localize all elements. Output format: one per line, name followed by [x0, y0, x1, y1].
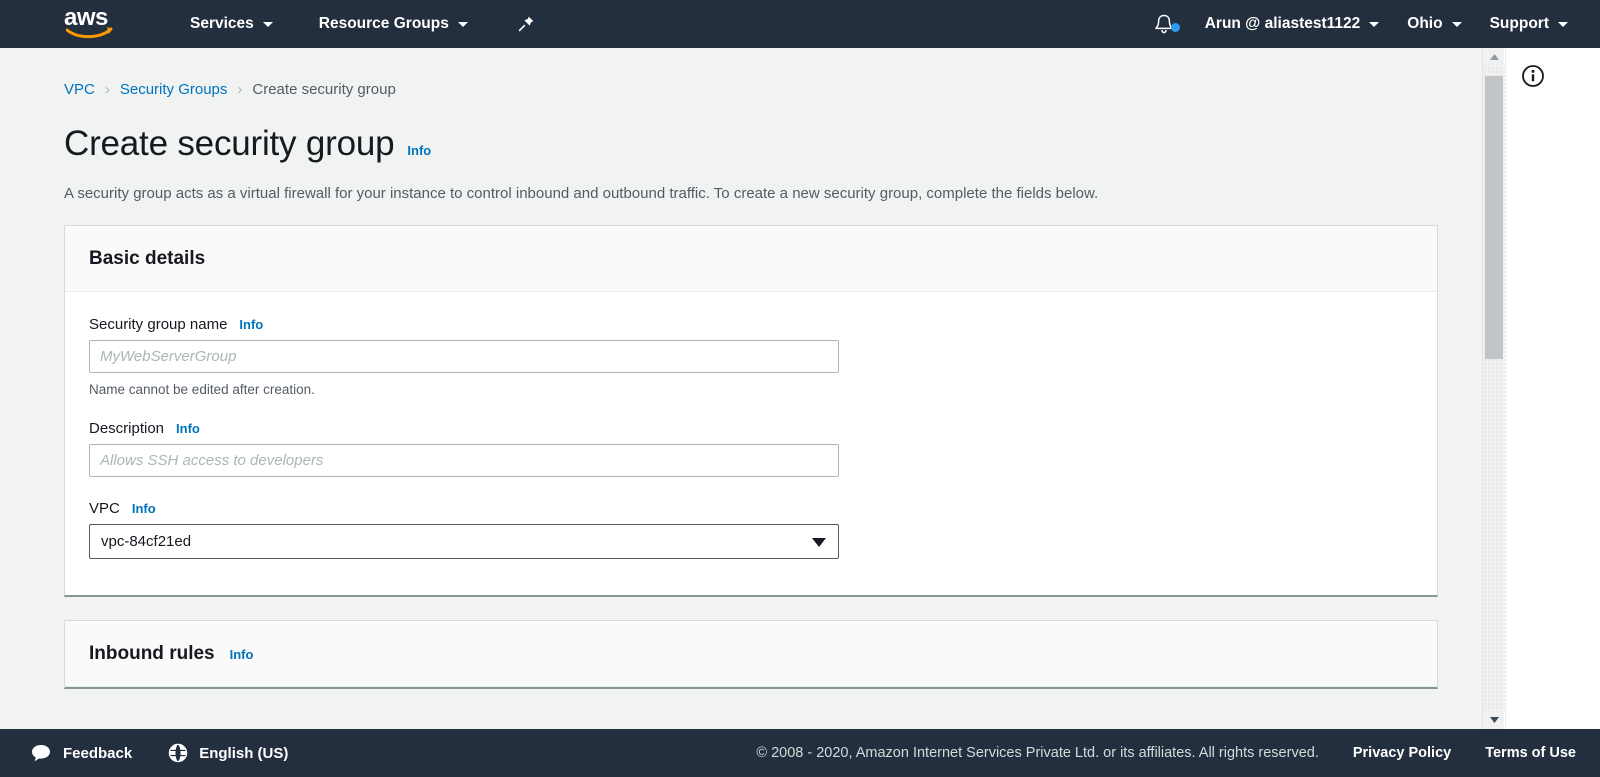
right-side-panel [1505, 48, 1600, 729]
support-menu[interactable]: Support [1476, 0, 1582, 48]
description-label-row: Description Info [89, 420, 1413, 437]
vpc-label: VPC [89, 500, 120, 517]
info-circle-icon-glyph [1521, 64, 1545, 88]
feedback-icon [30, 742, 52, 764]
nav-resource-groups-menu[interactable]: Resource Groups [309, 0, 478, 48]
support-label: Support [1490, 15, 1549, 33]
scrollbar-down-arrow[interactable] [1483, 711, 1505, 729]
basic-details-heading: Basic details [89, 248, 205, 270]
breadcrumb-item-vpc[interactable]: VPC [64, 81, 95, 98]
nav-resource-groups-label: Resource Groups [319, 15, 449, 33]
description-field: Description Info [89, 420, 1413, 477]
breadcrumb-item-current: Create security group [252, 81, 395, 98]
pin-icon[interactable] [516, 14, 536, 34]
aws-smile-icon [66, 26, 114, 40]
security-group-name-info-link[interactable]: Info [239, 317, 263, 332]
feedback-label: Feedback [63, 745, 132, 762]
vpc-select-wrap: vpc-84cf21ed [89, 524, 839, 559]
vpc-info-link[interactable]: Info [132, 501, 156, 516]
page-title: Create security group [64, 124, 394, 164]
aws-logo[interactable]: aws [64, 7, 120, 41]
region-label: Ohio [1407, 15, 1442, 33]
notification-dot [1171, 23, 1180, 32]
nav-services-menu[interactable]: Services [180, 0, 283, 48]
vertical-scrollbar[interactable] [1482, 48, 1504, 729]
vpc-selected-value: vpc-84cf21ed [101, 533, 191, 550]
inbound-rules-heading: Inbound rules [89, 643, 215, 665]
inbound-rules-card-header: Inbound rules Info [65, 621, 1437, 687]
chevron-down-icon [1369, 22, 1379, 27]
vpc-label-row: VPC Info [89, 500, 1413, 517]
breadcrumb-item-security-groups[interactable]: Security Groups [120, 81, 228, 98]
page-title-info-link[interactable]: Info [407, 143, 431, 158]
breadcrumb-separator-icon: › [237, 81, 242, 98]
language-selector[interactable]: English (US) [168, 743, 288, 763]
feedback-button[interactable]: Feedback [30, 742, 132, 764]
breadcrumb-separator-icon: › [105, 81, 110, 98]
security-group-name-label-row: Security group name Info [89, 316, 1413, 333]
page-description: A security group acts as a virtual firew… [64, 185, 1504, 202]
pin-icon-glyph [516, 14, 536, 34]
account-menu[interactable]: Arun @ aliastest1122 [1191, 0, 1394, 48]
chevron-down-icon [1452, 22, 1462, 27]
page-footer: Feedback English (US) © 2008 - 2020, Ama… [0, 729, 1600, 777]
scrollbar-track[interactable] [1483, 66, 1505, 711]
breadcrumb: VPC › Security Groups › Create security … [64, 81, 1504, 98]
security-group-name-input[interactable] [89, 340, 839, 373]
chevron-up-icon [1489, 53, 1500, 61]
vpc-select[interactable]: vpc-84cf21ed [89, 524, 839, 559]
chevron-down-icon [458, 22, 468, 27]
security-group-name-label: Security group name [89, 316, 227, 333]
nav-services-label: Services [190, 15, 254, 33]
page-title-row: Create security group Info [64, 124, 1504, 164]
scrollbar-thumb[interactable] [1485, 76, 1503, 359]
inbound-rules-info-link[interactable]: Info [230, 647, 254, 662]
security-group-name-field: Security group name Info Name cannot be … [89, 316, 1413, 397]
description-info-link[interactable]: Info [176, 421, 200, 436]
region-menu[interactable]: Ohio [1393, 0, 1475, 48]
inbound-rules-card: Inbound rules Info [64, 620, 1438, 689]
vpc-field: VPC Info vpc-84cf21ed [89, 500, 1413, 559]
basic-details-card-header: Basic details [65, 226, 1437, 292]
chevron-down-icon [1489, 716, 1500, 724]
chevron-down-icon [1558, 22, 1568, 27]
scrollbar-up-arrow[interactable] [1483, 48, 1505, 66]
basic-details-card: Basic details Security group name Info N… [64, 225, 1438, 597]
description-label: Description [89, 420, 164, 437]
language-label: English (US) [199, 745, 288, 762]
security-group-name-hint: Name cannot be edited after creation. [89, 382, 1413, 397]
copyright-text: © 2008 - 2020, Amazon Internet Services … [756, 745, 1319, 761]
basic-details-card-body: Security group name Info Name cannot be … [65, 292, 1437, 595]
footer-left-group: Feedback English (US) [30, 742, 324, 764]
main-content-area: VPC › Security Groups › Create security … [0, 48, 1504, 729]
chevron-down-icon [263, 22, 273, 27]
privacy-policy-link[interactable]: Privacy Policy [1353, 745, 1451, 761]
footer-right-group: © 2008 - 2020, Amazon Internet Services … [756, 745, 1600, 761]
globe-icon [168, 743, 188, 763]
notifications-button[interactable] [1137, 13, 1191, 36]
info-circle-icon[interactable] [1521, 64, 1545, 93]
terms-of-use-link[interactable]: Terms of Use [1485, 745, 1576, 761]
top-navigation-bar: aws Services Resource Groups Arun @ alia… [0, 0, 1600, 48]
nav-right-group: Arun @ aliastest1122 Ohio Support [1137, 0, 1600, 48]
account-label: Arun @ aliastest1122 [1205, 15, 1361, 33]
description-input[interactable] [89, 444, 839, 477]
